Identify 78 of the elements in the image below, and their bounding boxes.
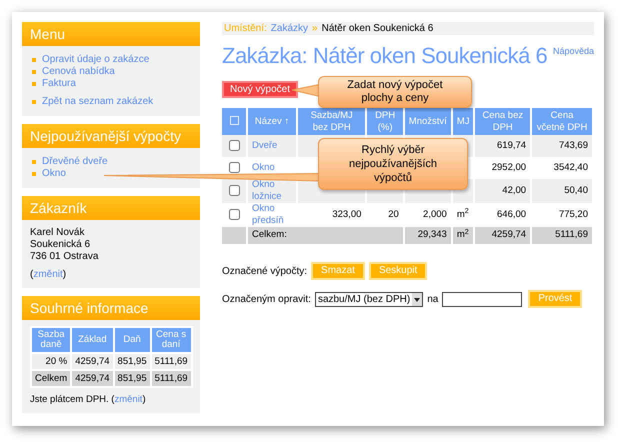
calculation-link[interactable]: Dveře	[252, 140, 292, 152]
change-link[interactable]: změnit	[114, 393, 142, 408]
vat-text: 20	[388, 208, 399, 220]
value-input[interactable]	[442, 292, 522, 306]
rate-text: 323,00	[332, 208, 362, 220]
calculation-link[interactable]: Okno	[252, 162, 292, 174]
panel-header: Nejpoužívanější výpočty	[22, 124, 200, 148]
bullet-icon	[32, 70, 36, 74]
total-text: 743,69	[558, 140, 588, 151]
paren-text: )	[142, 393, 146, 407]
callout: Zadat nový výpočet plochy a ceny	[318, 76, 472, 108]
summary-cell: 5111,69	[150, 370, 192, 387]
callout: Rychlý výběr nejpoužívanějších výpočtů	[318, 138, 468, 190]
sidebar-link[interactable]: Dřevěné dveře	[42, 156, 108, 168]
summary-header: Sazba daně	[31, 327, 72, 353]
summary-cell: 4259,74	[71, 370, 114, 387]
paren-text: )	[62, 269, 66, 281]
bullet-icon	[32, 58, 36, 62]
row-checkbox[interactable]	[228, 208, 240, 220]
summary-header: Cena s daní	[150, 327, 192, 353]
price-text: 4259,74	[492, 229, 526, 240]
summary-cell: Celkem	[31, 370, 72, 387]
bullet-icon	[32, 160, 36, 164]
bullet-icon	[32, 100, 36, 104]
quantity-text: 29,343	[418, 229, 447, 240]
price-text: 619,74	[497, 140, 526, 151]
breadcrumb-link[interactable]: Zakázky	[270, 21, 308, 36]
field-select[interactable]: sazbu/MJ (bez DPH)	[314, 292, 424, 306]
summary-header: Daň	[114, 327, 151, 353]
summary-cell: 4259,74	[71, 353, 114, 370]
panel-header: Zákazník	[22, 196, 200, 220]
summary-cell: 20 %	[31, 353, 72, 370]
action-button[interactable]: Seskupit	[368, 262, 428, 280]
customer-text: 736 01 Ostrava	[30, 251, 100, 263]
bulk-edit-label: Označeným opravit:	[222, 292, 311, 306]
page-title: Zakázka: Nátěr oken Soukenická 6	[222, 42, 548, 70]
calculation-link[interactable]: Okno ložnice	[252, 179, 292, 203]
unit-text: m$^{2}$	[456, 208, 469, 220]
total-text: 3542,40	[554, 162, 588, 173]
summary-cell: 5111,69	[150, 353, 192, 370]
to-label: na	[427, 292, 438, 306]
panel-header: Menu	[22, 22, 200, 46]
bullet-icon	[32, 82, 36, 86]
breadcrumb-separator: »	[312, 22, 318, 36]
calculation-link[interactable]: Okno předsíň	[252, 203, 292, 227]
vat-note: Jste plátcem DPH. (	[30, 393, 114, 407]
change-link[interactable]: změnit	[33, 269, 63, 281]
customer-text: Karel Novák	[30, 227, 86, 239]
price-text: 646,00	[497, 208, 526, 220]
total-text: 50,40	[564, 184, 588, 196]
quantity-text: 2,000	[423, 208, 447, 220]
unit-text: m$^{2}$	[456, 229, 469, 240]
total-text: 5111,69	[555, 229, 588, 240]
apply-button[interactable]: Provést	[528, 290, 582, 308]
price-text: 2952,00	[492, 162, 526, 173]
sidebar-link[interactable]: Faktura	[42, 78, 76, 90]
customer-text: Soukenická 6	[30, 239, 92, 251]
breadcrumb-label: Umístění:	[224, 22, 267, 36]
summary-header: Základ	[71, 327, 114, 353]
paren-text: (	[30, 269, 34, 281]
help-link[interactable]: Nápověda	[552, 45, 594, 58]
sidebar-link[interactable]: Cenová nabídka	[42, 66, 115, 78]
sidebar-link[interactable]: Zpět na seznam zakázek	[42, 96, 154, 108]
row-checkbox[interactable]	[228, 184, 240, 196]
action-button[interactable]: Smazat	[311, 262, 365, 280]
breadcrumb-current: Nátěr oken Soukenická 6	[322, 22, 434, 36]
sidebar-link[interactable]: Opravit údaje o zakázce	[42, 54, 150, 66]
price-text: 42,00	[502, 184, 526, 196]
bullet-icon	[32, 172, 36, 176]
dropdown-icon	[412, 292, 422, 306]
panel-header: Souhrné informace	[22, 296, 200, 320]
row-checkbox[interactable]	[228, 140, 240, 151]
selected-label: Označené výpočty:	[222, 264, 308, 278]
sidebar-link[interactable]: Okno	[42, 168, 66, 180]
row-checkbox[interactable]	[228, 162, 240, 173]
sum-label: Celkem:	[252, 229, 287, 240]
new-calculation-button[interactable]: Nový výpočet	[222, 81, 298, 98]
total-text: 775,20	[558, 208, 588, 220]
